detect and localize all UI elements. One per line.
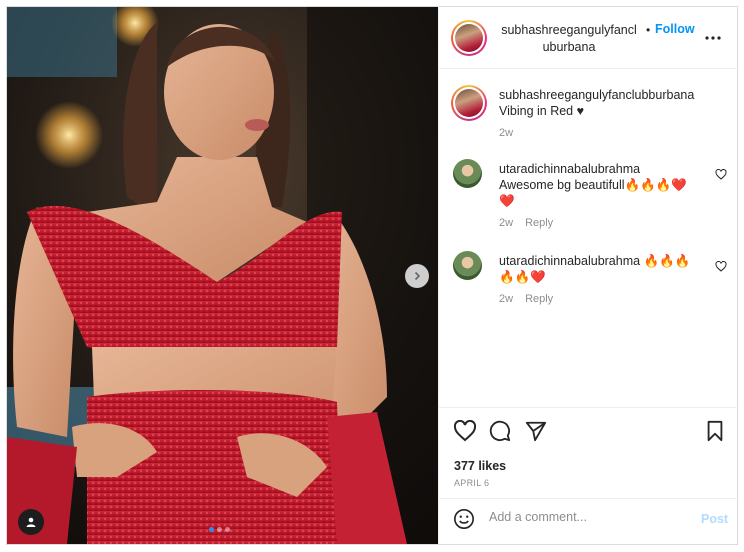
comment-text: 🔥🔥🔥 (643, 254, 691, 268)
heart-outline-icon (453, 419, 477, 442)
heart-outline-icon (715, 260, 727, 272)
comment-text: Awesome bg beautifull🔥🔥🔥❤️ (499, 178, 687, 192)
save-button[interactable] (705, 420, 725, 447)
comment-time[interactable]: 2w (499, 291, 513, 307)
commenter-avatar[interactable] (453, 251, 482, 280)
heart-outline-icon (715, 168, 727, 180)
comment-button[interactable] (489, 420, 511, 447)
add-comment-bar: Post (439, 498, 739, 538)
caption-author-avatar[interactable] (451, 85, 487, 121)
comment-username[interactable]: utaradichinnabalubrahma (499, 254, 640, 268)
post-side-panel: subhashreegangulyfancl uburbana • Follow… (438, 7, 739, 544)
post-date[interactable]: APRIL 6 (454, 478, 489, 488)
header-separator: • (646, 23, 651, 37)
share-button[interactable] (525, 420, 547, 447)
next-photo-button[interactable] (405, 264, 429, 288)
reply-button[interactable]: Reply (525, 291, 553, 307)
paper-plane-icon (525, 421, 547, 442)
post-actions: 377 likes APRIL 6 Post (439, 407, 739, 537)
post-comment-button[interactable]: Post (701, 512, 728, 526)
comment-time[interactable]: 2w (499, 215, 513, 231)
caption-time[interactable]: 2w (499, 125, 513, 141)
comment-input[interactable] (489, 510, 689, 524)
chevron-right-icon (414, 271, 421, 281)
more-options-button[interactable] (705, 27, 721, 45)
post-header: subhashreegangulyfancl uburbana • Follow (439, 7, 739, 69)
tagged-people-button[interactable] (18, 509, 44, 535)
author-avatar[interactable] (451, 20, 487, 56)
person-tag-icon (26, 517, 36, 527)
commenter-avatar[interactable] (453, 159, 482, 188)
emoji-button[interactable] (453, 508, 475, 535)
comment-text-cont: ❤️ (499, 194, 515, 208)
photo-illustration (7, 7, 438, 544)
carousel-dot (225, 527, 230, 532)
caption-username[interactable]: subhashreegangulyfanclubburbana (499, 87, 719, 103)
comment-like-button[interactable] (715, 259, 727, 277)
comment-bubble-icon (489, 420, 511, 442)
bookmark-icon (707, 420, 723, 442)
reply-button[interactable]: Reply (525, 215, 553, 231)
smiley-icon (454, 509, 474, 529)
author-username-line1[interactable]: subhashreegangulyfancl (499, 22, 639, 39)
likes-count[interactable]: 377 likes (454, 459, 506, 473)
author-username-line2[interactable]: uburbana (499, 39, 639, 56)
carousel-dot (209, 527, 214, 532)
more-horizontal-icon (705, 36, 721, 40)
post-photo[interactable] (7, 7, 438, 544)
caption-text: Vibing in Red ♥ (499, 104, 585, 118)
author-username[interactable]: subhashreegangulyfancl uburbana (499, 22, 639, 56)
post-dialog: subhashreegangulyfancl uburbana • Follow… (6, 6, 739, 545)
comment-username[interactable]: utaradichinnabalubrahma (499, 161, 709, 177)
like-button[interactable] (453, 419, 477, 447)
follow-button[interactable]: Follow (655, 22, 695, 36)
comment-like-button[interactable] (715, 167, 727, 185)
carousel-indicator (209, 527, 230, 532)
carousel-dot (217, 527, 222, 532)
comment-text-cont: 🔥🔥❤️ (499, 270, 546, 284)
